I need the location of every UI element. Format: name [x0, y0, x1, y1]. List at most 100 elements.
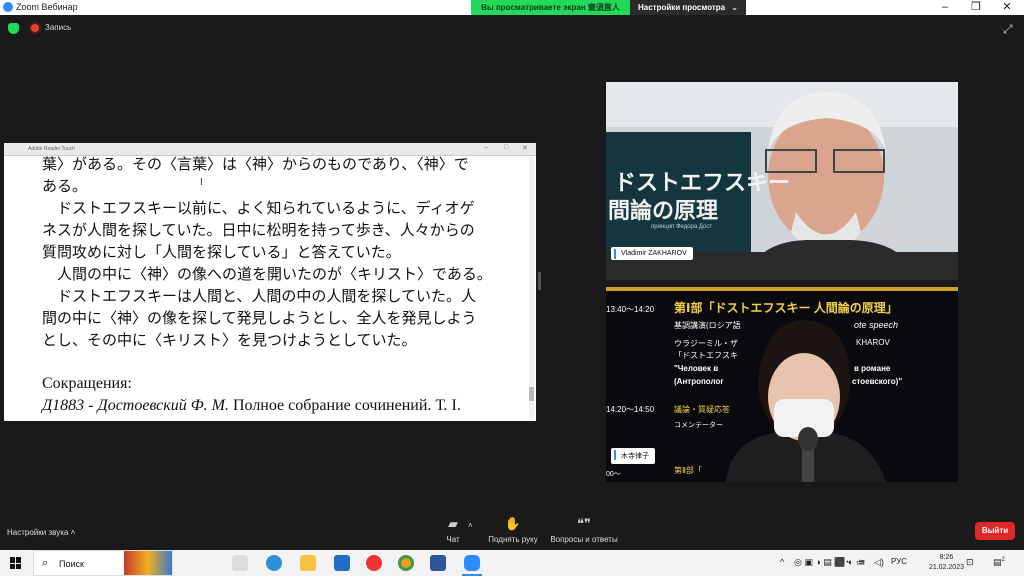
qa-bubbles-icon: ❝❞	[577, 516, 591, 531]
slide-talk-ru2: (Антрополог	[674, 377, 724, 386]
abbreviation-key: Д1883 - Достоевский Ф. М.	[42, 397, 229, 414]
hand-icon: ✋	[504, 516, 522, 531]
volume-icon[interactable]: ◁)	[874, 557, 884, 568]
doc-minimize-icon: –	[484, 144, 488, 151]
doc-line: ある。	[42, 177, 88, 195]
share-status-text: Вы просматриваете экран 齋須直人	[471, 0, 630, 15]
slide-part1-title: 第Ⅰ部「ドストエフスキー 人間論の原理」	[674, 301, 898, 315]
close-button[interactable]: ✕	[992, 0, 1022, 15]
slide-qa: 議論・質疑応答	[674, 405, 730, 414]
window-titlebar: Zoom Вебинар Вы просматриваете экран 齋須直…	[0, 0, 1024, 15]
language-indicator[interactable]: РУС	[891, 557, 907, 566]
sound-settings-button[interactable]: Настройки звука ˄	[7, 528, 75, 537]
doc-close-icon: ✕	[522, 145, 528, 152]
abbreviation-text: Полное собрание сочинений. Т. I.	[228, 397, 461, 414]
notification-count: 2	[1001, 557, 1005, 563]
fullscreen-icon[interactable]: ⤢	[1003, 23, 1015, 35]
meeting-topbar: Запись ⤢	[0, 15, 1024, 42]
chat-options-chevron-icon[interactable]: ˄	[468, 521, 473, 530]
meet-now-icon[interactable]: ⊡	[966, 557, 974, 568]
file-explorer-icon[interactable]	[300, 555, 316, 571]
slide-time-2: 14:20〜14:50	[606, 405, 655, 414]
yandex-browser-icon[interactable]	[366, 555, 382, 571]
wifi-icon[interactable]: ≋	[858, 557, 866, 568]
slide-talk-ru: "Человек в	[674, 364, 719, 373]
doc-line: 人間の中に〈神〉の像への道を開いたのが〈キリスト〉である。	[42, 265, 492, 283]
document-scroll-thumb[interactable]	[529, 387, 534, 401]
chat-button[interactable]: ▰ Чат	[440, 516, 466, 545]
doc-line: 間の中に〈神〉の像を探して発見しようとし、全人を発見しよう	[42, 309, 477, 327]
slide-speaker: ウラジーミル・ザ	[674, 339, 738, 348]
word-icon[interactable]	[430, 555, 446, 571]
shared-document-window: Adobe Reader Touch – □ ✕ 葉〉がある。その〈言葉〉は〈神…	[4, 143, 536, 421]
view-settings-label: Настройки просмотра	[638, 3, 726, 12]
doc-line: 質問攻めに対し「人間を探している」と答えていた。	[42, 243, 401, 261]
exit-button[interactable]: Выйти	[975, 522, 1015, 540]
clock-date: 21.02.2023	[928, 564, 964, 571]
doc-maximize-icon: □	[504, 144, 509, 151]
doc-line: ドストエフスキー以前に、よく知られているように、ディオゲ	[42, 199, 475, 217]
search-placeholder: Поиск	[59, 559, 84, 569]
mail-icon[interactable]	[334, 555, 350, 571]
zoom-taskbar-icon[interactable]	[464, 555, 480, 571]
windows-taskbar: ⌕ Поиск ^ ◎ ▣ ◑ ▤ ⬛ ◐ ▭ ◔ ≋ ◁) РУС 8:26 …	[0, 550, 1024, 576]
doc-line: ドストエフスキーは人間と、人間の中の人間を探していた。人	[42, 287, 476, 305]
doc-blank-line	[42, 351, 512, 373]
view-settings-button[interactable]: Настройки просмотра ⌄	[630, 0, 746, 15]
document-scrollbar[interactable]	[529, 157, 534, 419]
slide-banner-line2: 間論の原理	[608, 199, 719, 224]
windows-start-icon[interactable]	[10, 557, 22, 569]
edge-browser-icon[interactable]	[266, 555, 282, 571]
participant-name-tag: Vladimir ZAKHAROV	[611, 247, 693, 260]
network-icon[interactable]: ◔	[844, 557, 849, 567]
shield-check-icon[interactable]	[8, 23, 19, 34]
tray-overflow-chevron-icon[interactable]: ^	[780, 557, 784, 567]
abbreviation-entry: Д1883 - Достоевский Ф. М. Полное собрани…	[42, 395, 512, 417]
qa-label: Вопросы и ответы	[550, 535, 618, 544]
participant-name-tag: 木寺律子	[611, 448, 655, 464]
slide-banner-subtitle: принцип Федора Дост	[651, 224, 713, 230]
taskbar-search[interactable]: ⌕ Поиск	[33, 550, 173, 576]
search-highlight-image	[124, 551, 172, 575]
slide-keynote: 基調講演(ロシア語	[674, 321, 741, 330]
slide-speaker-en: KHAROV	[856, 338, 890, 347]
panel-resize-handle[interactable]	[538, 272, 541, 290]
raise-hand-button[interactable]: ✋ Поднять руку	[486, 516, 540, 545]
screen-share-banner: Вы просматриваете экран 齋須直人 Настройки п…	[471, 0, 746, 15]
zoom-app-icon	[3, 2, 13, 12]
slide-time-3: 00〜	[606, 471, 621, 478]
participant-video	[606, 287, 958, 482]
clock-time: 8:26	[939, 554, 954, 561]
document-body: 葉〉がある。その〈言葉〉は〈神〉からのものであり、〈神〉で ある。 ドストエフス…	[42, 153, 512, 417]
taskbar-clock[interactable]: 8:26 21.02.2023	[929, 553, 964, 573]
chrome-icon[interactable]	[398, 555, 414, 571]
search-icon: ⌕	[42, 557, 49, 569]
window-title: Zoom Вебинар	[16, 2, 78, 12]
video-tile-participant[interactable]: 13:40〜14:20 第Ⅰ部「ドストエフスキー 人間論の原理」 基調講演(ロシ…	[606, 287, 958, 482]
record-dot-icon	[31, 24, 39, 32]
sound-settings-label: Настройки звука	[7, 528, 69, 537]
minimize-button[interactable]: –	[930, 0, 960, 15]
chevron-up-icon: ˄	[70, 528, 76, 537]
chat-bubble-icon: ▰	[448, 516, 458, 531]
slide-part2: 第Ⅱ部「	[674, 466, 702, 475]
meeting-toolbar: Настройки звука ˄ ▰ Чат ˄ ✋ Поднять руку…	[0, 513, 1024, 550]
abbreviations-heading: Сокращения:	[42, 375, 132, 392]
restore-button[interactable]: ❐	[961, 0, 991, 15]
chat-label: Чат	[446, 535, 460, 544]
slide-time-1: 13:40〜14:20	[606, 305, 655, 314]
task-view-icon[interactable]	[232, 555, 248, 571]
chevron-down-icon: ⌄	[731, 3, 738, 12]
notifications-icon[interactable]: ▤2	[993, 557, 1005, 568]
slide-talk-jp: 「ドストエフスキ	[674, 351, 738, 360]
slide-talk-ru2-b: стоевского)"	[852, 377, 903, 386]
document-app-title: Adobe Reader Touch	[28, 146, 75, 152]
tray-apps-icons: ◎ ▣ ◑ ▤ ⬛ ◐ ▭	[794, 557, 865, 567]
slide-commentator: コメンテーター	[674, 422, 723, 429]
doc-line: とし、その中に〈キリスト〉を見つけようとしていた。	[42, 331, 417, 349]
text-cursor-icon: I	[200, 177, 203, 188]
qa-button[interactable]: ❝❞ Вопросы и ответы	[549, 516, 619, 545]
video-tile-speaker[interactable]: ドストエフスキー 間論の原理 принцип Федора Дост Vladi…	[606, 82, 958, 280]
raise-hand-label: Поднять руку	[488, 535, 538, 544]
recording-label[interactable]: Запись	[45, 23, 71, 32]
